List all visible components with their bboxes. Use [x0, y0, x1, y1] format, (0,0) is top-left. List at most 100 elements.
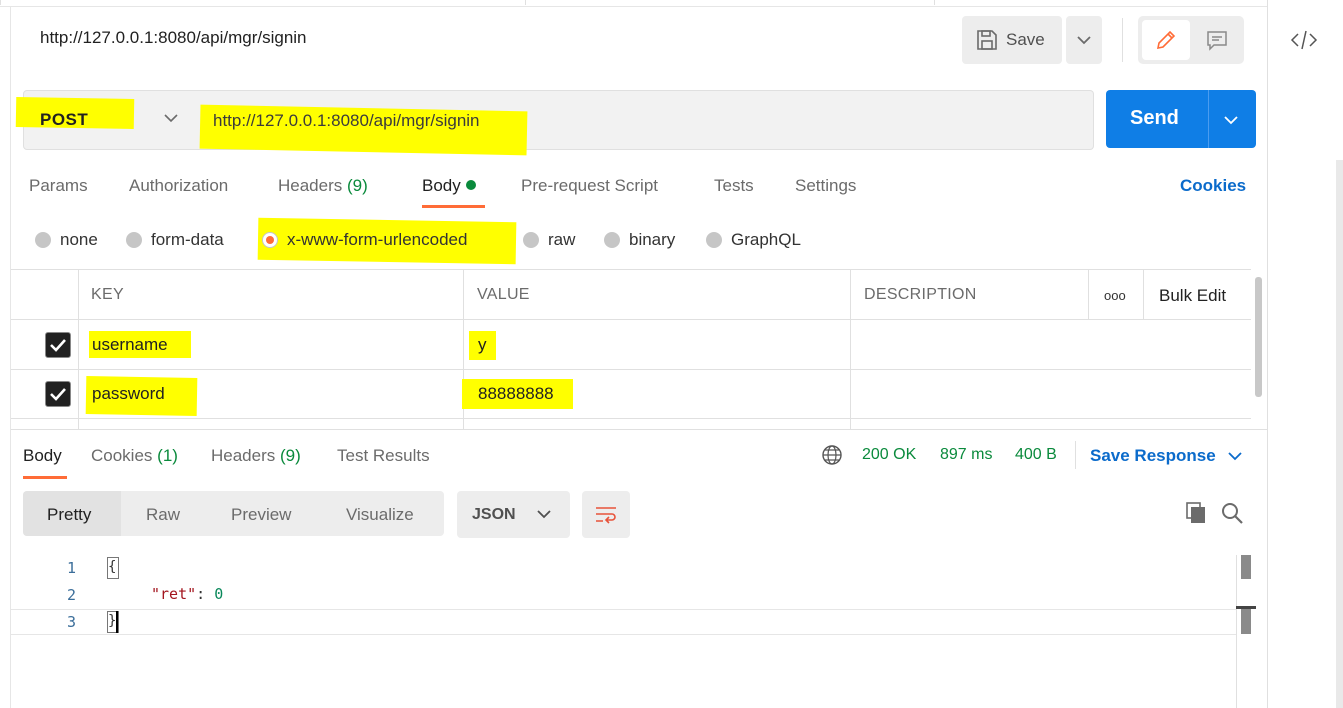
- send-separator: [1208, 90, 1209, 148]
- url-value: http://127.0.0.1:8080/api/mgr/signin: [213, 111, 480, 130]
- right-panel-border: [1267, 0, 1268, 708]
- chevron-down-icon: [164, 110, 178, 128]
- response-tab-test-results[interactable]: Test Results: [337, 446, 430, 466]
- code-scrollbar-track[interactable]: [1236, 555, 1237, 708]
- chevron-down-icon[interactable]: [1224, 112, 1238, 130]
- pencil-icon: [1156, 30, 1176, 50]
- wrap-lines-icon: [596, 506, 616, 524]
- json-key: "ret": [151, 585, 197, 603]
- status-code[interactable]: 200 OK: [862, 446, 916, 464]
- code-line[interactable]: "ret": 0: [151, 585, 223, 603]
- copy-icon[interactable]: [1184, 500, 1208, 529]
- param-key[interactable]: username: [92, 335, 168, 355]
- response-tab-headers-count: (9): [280, 446, 301, 465]
- radio-none[interactable]: none: [35, 230, 98, 250]
- column-header-description: DESCRIPTION: [864, 286, 977, 303]
- comment-icon: [1207, 31, 1227, 51]
- param-value[interactable]: 88888888: [478, 384, 554, 404]
- cookies-link[interactable]: Cookies: [1180, 176, 1246, 196]
- edit-mode-button[interactable]: [1142, 20, 1190, 60]
- tab-body[interactable]: Body: [422, 176, 476, 196]
- save-label: Save: [1006, 30, 1045, 49]
- radio-graphql-label: GraphQL: [731, 230, 801, 249]
- body-indicator-dot: [465, 180, 476, 190]
- save-icon: [977, 30, 997, 50]
- view-pretty-label[interactable]: Pretty: [47, 505, 91, 525]
- response-tab-body[interactable]: Body: [23, 446, 62, 466]
- checkmark-icon: [50, 339, 66, 352]
- line-number: 2: [66, 586, 76, 604]
- view-visualize-button[interactable]: Visualize: [346, 505, 414, 525]
- chevron-down-icon: [1228, 452, 1243, 461]
- comments-button[interactable]: [1194, 20, 1240, 60]
- save-options-button[interactable]: [1066, 16, 1102, 64]
- send-button[interactable]: Send: [1106, 90, 1256, 148]
- send-label: Send: [1130, 107, 1179, 129]
- row-divider: [11, 369, 1251, 370]
- tab-headers-count: (9): [347, 176, 368, 195]
- tab-prerequest-script[interactable]: Pre-request Script: [521, 176, 658, 196]
- radio-raw-label: raw: [548, 230, 576, 249]
- column-header-key: KEY: [91, 286, 124, 303]
- request-title[interactable]: http://127.0.0.1:8080/api/mgr/signin: [40, 28, 307, 48]
- json-value: 0: [214, 585, 224, 603]
- radio-urlencoded[interactable]: x-www-form-urlencoded: [262, 230, 467, 250]
- line-number: 3: [66, 613, 76, 631]
- code-scrollbar-marker-line: [1236, 606, 1256, 609]
- radio-graphql[interactable]: GraphQL: [706, 230, 801, 250]
- row-checkbox[interactable]: [45, 332, 71, 358]
- row-checkbox[interactable]: [45, 381, 71, 407]
- tab-headers[interactable]: Headers (9): [278, 176, 368, 196]
- chevron-down-icon: [537, 510, 551, 519]
- save-response-label: Save Response: [1090, 446, 1216, 465]
- radio-form-data-label: form-data: [151, 230, 224, 249]
- response-time[interactable]: 897 ms: [940, 446, 992, 464]
- bulk-edit-button[interactable]: Bulk Edit: [1159, 286, 1226, 306]
- radio-raw[interactable]: raw: [523, 230, 575, 250]
- save-button[interactable]: Save: [962, 16, 1062, 64]
- method-label: POST: [40, 110, 89, 129]
- save-response-button[interactable]: Save Response: [1090, 446, 1243, 466]
- checkmark-icon: [50, 388, 66, 401]
- response-tab-cookies-count: (1): [157, 446, 178, 465]
- radio-urlencoded-label: x-www-form-urlencoded: [287, 230, 468, 249]
- active-tab-underline: [23, 476, 67, 479]
- format-label: JSON: [472, 506, 516, 523]
- more-options-button[interactable]: ooo: [1104, 288, 1126, 303]
- top-tab-strip: [0, 0, 1267, 7]
- code-icon[interactable]: [1290, 28, 1318, 57]
- response-tab-headers-label: Headers: [211, 446, 276, 465]
- code-open-brace[interactable]: {: [107, 557, 119, 579]
- wrap-lines-button[interactable]: [582, 491, 630, 538]
- column-header-value: VALUE: [477, 286, 530, 303]
- radio-binary[interactable]: binary: [604, 230, 675, 250]
- pane-divider[interactable]: [11, 429, 1267, 430]
- line-number: 1: [66, 559, 76, 577]
- right-scrollbar[interactable]: [1336, 160, 1343, 708]
- search-icon[interactable]: [1220, 501, 1244, 530]
- globe-icon[interactable]: [821, 444, 843, 471]
- column-divider: [1088, 270, 1089, 319]
- row-divider: [11, 418, 1251, 419]
- column-divider: [850, 270, 851, 430]
- tab-tests[interactable]: Tests: [714, 176, 754, 196]
- radio-binary-label: binary: [629, 230, 676, 249]
- tab-authorization[interactable]: Authorization: [129, 176, 228, 196]
- view-preview-button[interactable]: Preview: [231, 505, 291, 525]
- params-table: KEY VALUE DESCRIPTION ooo Bulk Edit user…: [11, 269, 1251, 430]
- response-size[interactable]: 400 B: [1015, 446, 1057, 464]
- view-raw-button[interactable]: Raw: [146, 505, 180, 525]
- tab-params[interactable]: Params: [29, 176, 88, 196]
- column-divider: [1143, 270, 1144, 319]
- response-tab-headers[interactable]: Headers (9): [211, 446, 301, 466]
- code-scrollbar-thumb[interactable]: [1241, 555, 1251, 579]
- params-scrollbar[interactable]: [1255, 277, 1262, 397]
- radio-form-data[interactable]: form-data: [126, 230, 224, 250]
- param-value[interactable]: y: [478, 335, 487, 355]
- radio-none-label: none: [60, 230, 98, 249]
- response-tab-cookies[interactable]: Cookies (1): [91, 446, 178, 466]
- column-divider: [78, 270, 79, 430]
- param-key[interactable]: password: [92, 384, 165, 404]
- status-divider: [1075, 441, 1076, 469]
- tab-settings[interactable]: Settings: [795, 176, 856, 196]
